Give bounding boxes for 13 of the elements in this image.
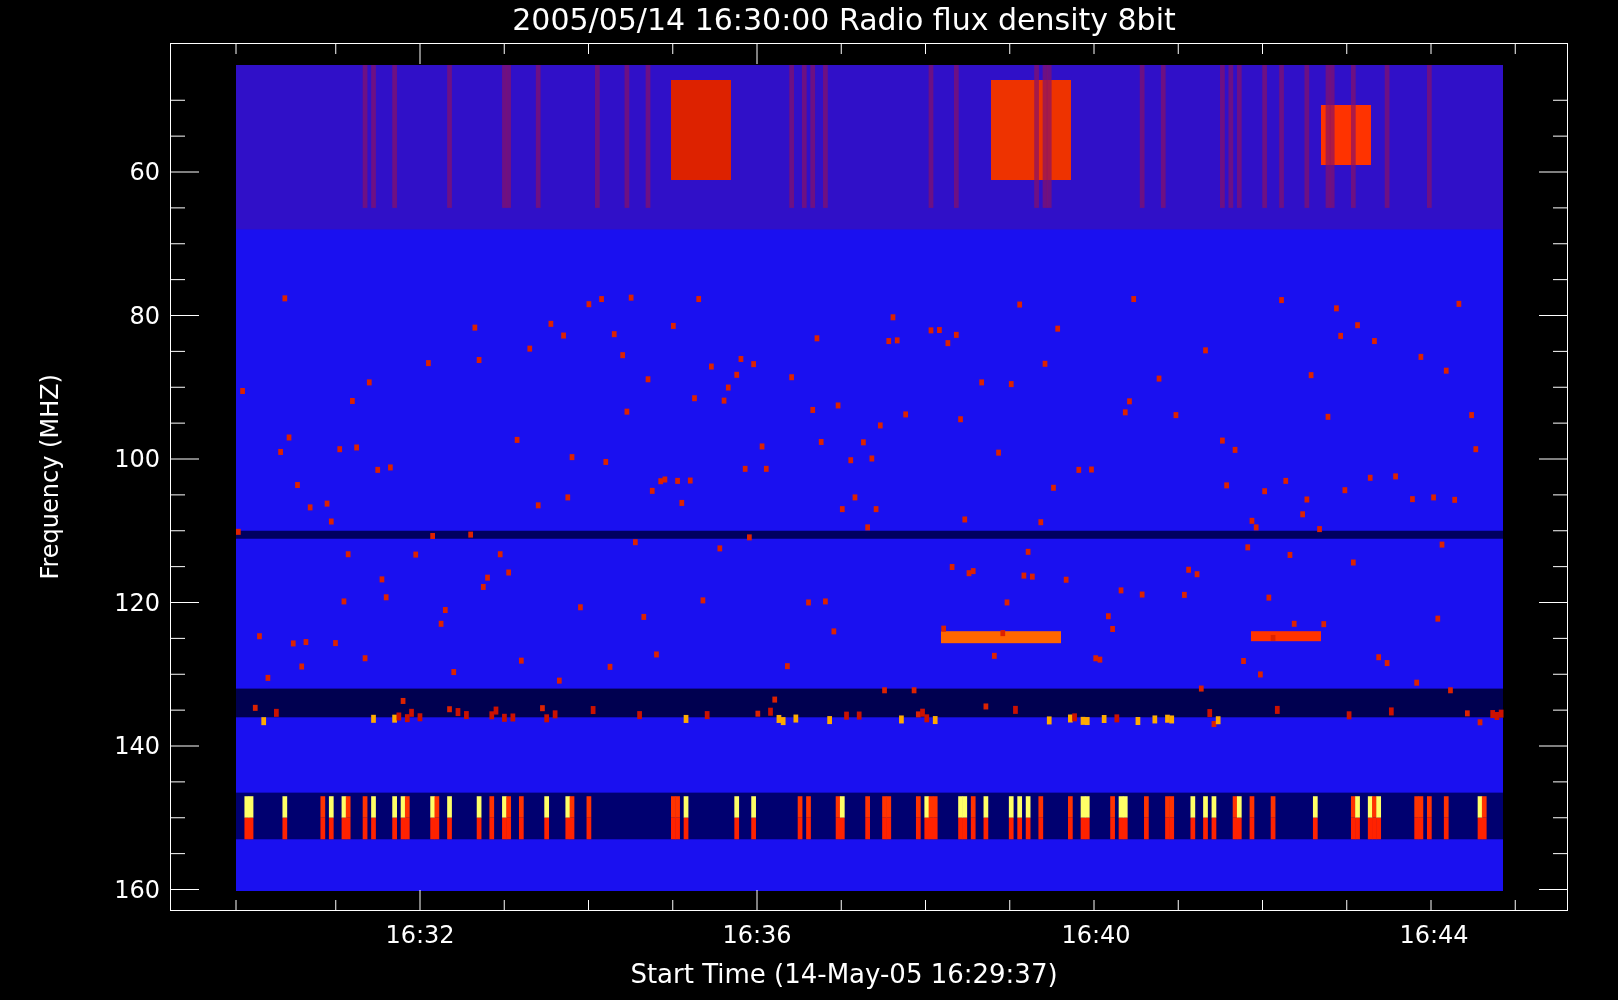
y-axis-label: Frequency (MHZ) [36,374,64,580]
x-tick-label: 16:32 [385,921,455,949]
x-axis-label: Start Time (14-May-05 16:29:37) [629,959,1058,989]
y-tick-label: 120 [114,588,160,617]
x-tick-label: 16:36 [722,921,792,949]
y-tick-label: 60 [129,158,160,186]
y-tick-label: 140 [114,732,160,760]
y-tick-label: 80 [129,301,160,330]
y-tick-label: 100 [114,445,160,473]
y-tick-label: 160 [114,875,160,904]
chart-title: 2005/05/14 16:30:00 Radio flux density 8bit [511,1,1176,39]
x-tick-label: 16:44 [1399,921,1469,949]
x-tick-label: 16:40 [1061,921,1131,949]
